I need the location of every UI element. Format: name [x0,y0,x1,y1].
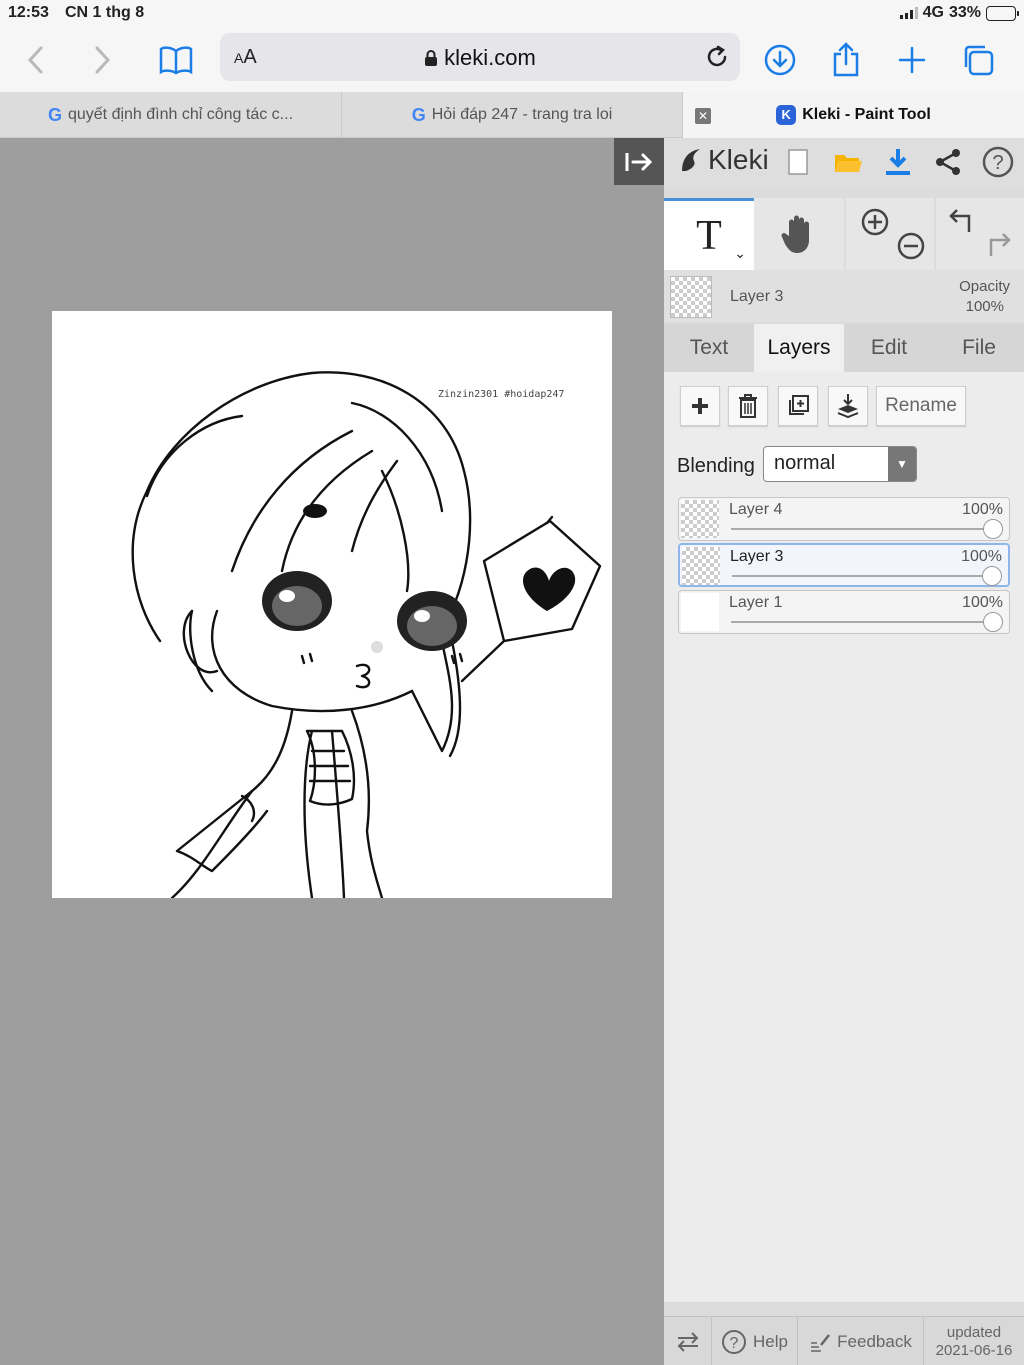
canvas-workspace[interactable]: Zinzin2301 #hoidap247 [0,138,664,1365]
current-layer-thumbnail [670,276,712,318]
blending-select[interactable]: normal ▼ [763,446,917,482]
tab-3-active[interactable]: ✕ K Kleki - Paint Tool [683,92,1024,138]
redo-icon [989,233,1011,256]
kleki-logo-icon [682,149,700,171]
updated-info: updated 2021-06-16 [935,1323,1013,1359]
status-time: 12:53 [8,4,49,21]
opacity-value: 100% [965,298,1004,315]
sidebar-footer: ? Help Feedback updated 2021-06-16 [664,1316,1024,1365]
undo-icon [949,209,971,232]
collapse-sidebar-button[interactable] [614,138,664,185]
browser-toolbar: AA kleki.com [0,28,1024,92]
tool-row: T ⌄ [664,198,1024,270]
layer-thumbnail [681,593,719,631]
kleki-sidebar: Kleki ? T ⌄ Layer 3 Opacity 100% Text La… [664,138,1024,1365]
canvas-signature: Zinzin2301 #hoidap247 [438,389,565,400]
network-type: 4G [922,4,944,21]
download-save-icon[interactable] [880,144,916,180]
layers-panel: Rename Blending normal ▼ Layer 4 100% La… [664,372,1024,1302]
tabs-overview-icon[interactable] [956,38,1000,82]
browser-tabs: G quyết định đình chỉ công tác c... G Hỏ… [0,92,1024,138]
arrow-right-bar-icon [625,152,653,171]
text-tool-icon: T [696,212,722,259]
tab-file[interactable]: File [934,324,1024,372]
svg-text:?: ? [992,152,1003,174]
tab-2[interactable]: G Hỏi đáp 247 - trang tra loi [342,92,683,138]
layer-opacity-track [731,621,993,623]
downloads-icon[interactable] [758,38,802,82]
close-tab-icon[interactable]: ✕ [695,108,711,124]
text-tool-button[interactable]: T ⌄ [664,198,754,270]
layer-opacity-slider[interactable] [983,612,1003,632]
merge-down-button[interactable] [828,386,868,426]
forward-icon[interactable] [80,38,124,82]
swap-arrows-icon [677,1331,698,1352]
undo-redo-controls [936,198,1024,270]
bookmarks-icon[interactable] [154,38,198,82]
lock-icon [425,50,438,66]
zoom-controls [846,198,934,270]
google-icon: G [47,104,62,125]
layer-row-layer-1[interactable]: Layer 1 100% [678,590,1010,634]
current-layer-info: Layer 3 Opacity 100% [664,270,1024,322]
battery-icon [986,5,1019,21]
tab-text[interactable]: Text [664,324,754,372]
rename-layer-button[interactable]: Rename [876,386,966,426]
add-layer-button[interactable] [680,386,720,426]
battery-percent: 33% [948,4,981,21]
help-icon: ? [722,1329,747,1354]
kleki-logo: Kleki [676,144,769,176]
swap-side-button[interactable] [664,1317,712,1365]
feedback-pen-icon [811,1333,831,1352]
layer-opacity-slider[interactable] [983,519,1003,539]
opacity-label: Opacity [959,278,1010,295]
zoom-out-icon [897,232,925,260]
google-icon: G [411,104,426,125]
sidebar-top-bar: Kleki ? [664,138,1024,186]
layer-row-layer-4[interactable]: Layer 4 100% [678,497,1010,541]
tab-1[interactable]: G quyết định đình chỉ công tác c... [0,92,342,138]
feedback-button[interactable]: Feedback [798,1317,924,1365]
tab-edit[interactable]: Edit [844,324,934,372]
status-bar: 12:53 CN 1 thg 8 4G 33% [0,0,1024,28]
current-layer-name: Layer 3 [730,288,784,305]
layer-row-layer-3[interactable]: Layer 3 100% [678,543,1010,587]
trash-icon [739,394,757,418]
layer-opacity-slider[interactable] [982,566,1002,586]
duplicate-icon [789,395,809,415]
open-folder-icon[interactable] [830,144,866,180]
hand-icon [781,215,809,253]
hand-tool-button[interactable] [754,198,844,270]
share-network-icon[interactable] [930,144,966,180]
url-text: kleki.com [220,45,740,71]
dropdown-arrow-icon: ▼ [888,447,916,481]
layer-thumbnail [682,547,720,585]
tab-layers[interactable]: Layers [754,324,844,372]
new-tab-icon[interactable] [890,38,934,82]
delete-layer-button[interactable] [728,386,768,426]
panel-tabs: Text Layers Edit File [664,324,1024,372]
blending-label: Blending [677,455,755,477]
kleki-favicon: K [776,105,797,125]
chevron-down-icon[interactable]: ⌄ [734,245,746,262]
layer-opacity-track [732,575,992,577]
address-bar[interactable]: AA kleki.com [220,33,740,81]
reload-icon[interactable] [704,44,730,75]
layer-thumbnail [681,500,719,538]
new-image-icon[interactable] [780,144,816,180]
status-right: 4G 33% [899,4,1019,22]
help-button[interactable]: ? Help [712,1317,798,1365]
svg-text:?: ? [730,1335,739,1352]
zoom-in-icon [861,208,889,236]
signal-icon [899,7,918,19]
merge-down-icon [837,394,859,419]
share-icon[interactable] [824,38,868,82]
plus-icon [692,398,708,414]
back-icon[interactable] [14,38,58,82]
status-date: CN 1 thg 8 [65,4,145,21]
help-circle-icon[interactable]: ? [980,144,1016,180]
drawing-canvas[interactable]: Zinzin2301 #hoidap247 [52,311,612,898]
layer-opacity-track [731,528,993,530]
duplicate-layer-button[interactable] [778,386,818,426]
